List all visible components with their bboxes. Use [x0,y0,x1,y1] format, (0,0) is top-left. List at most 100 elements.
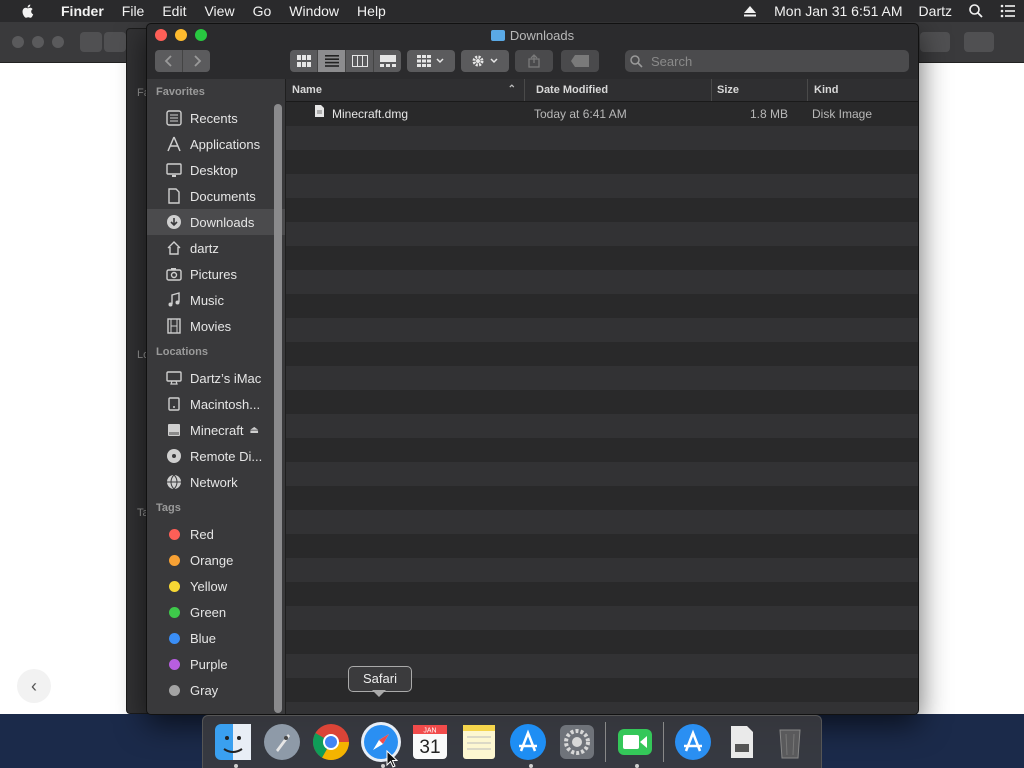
disk-image-icon [168,424,180,436]
sidebar-tag-gray[interactable]: Gray [147,677,285,703]
hard-drive-icon [168,397,180,411]
share-button[interactable] [515,50,553,72]
column-header-size[interactable]: Size [711,79,808,101]
sidebar-item-dartz[interactable]: dartz [147,235,285,261]
icon-grid-icon [296,55,311,67]
tags-button[interactable] [561,50,599,72]
sidebar-item-label: Recents [190,110,238,126]
finder-window: Downloads Favorites Recents Applications… [146,23,919,715]
dock-separator [663,722,665,762]
sidebar-item-label: Network [190,474,238,490]
dock-calendar[interactable]: JAN 31 [409,718,452,766]
sidebar-item-documents[interactable]: Documents [147,183,285,209]
table-row[interactable]: Minecraft.dmg Today at 6:41 AM 1.8 MB Di… [286,102,918,126]
group-by-button[interactable] [407,50,455,72]
dock-launchpad[interactable] [261,718,304,766]
action-menu-button[interactable] [461,50,509,72]
sidebar-tag-blue[interactable]: Blue [147,625,285,651]
sidebar-item-music[interactable]: Music [147,287,285,313]
sidebar-item-imac[interactable]: Dartz’s iMac [147,365,285,391]
column-view-button[interactable] [346,50,374,72]
sidebar-item-label: Minecraft [190,422,244,438]
menu-finder[interactable]: Finder [52,0,113,22]
empty-row [286,558,918,582]
gray-tag-dot-icon [168,684,180,696]
sidebar-item-label: Blue [190,630,217,646]
column-header-name[interactable]: Name ⌃ [286,79,525,101]
menu-clock[interactable]: Mon Jan 31 6:51 AM [766,3,910,19]
share-icon [528,54,540,68]
sidebar-item-downloads[interactable]: Downloads [147,209,285,235]
file-list: Name ⌃ Date Modified Size Kind Minecraft.… [286,79,918,714]
background-back-button[interactable]: ‹ [17,669,51,703]
title-bar[interactable]: Downloads [147,24,918,46]
eject-menu-icon[interactable] [742,3,758,19]
sidebar-scrollbar[interactable] [274,104,282,713]
dock-document[interactable] [720,718,763,766]
menu-file[interactable]: File [113,0,154,22]
list-view-button[interactable] [318,50,346,72]
sidebar-item-movies[interactable]: Movies [147,313,285,339]
sidebar-item-remote-disc[interactable]: Remote Di... [147,443,285,469]
calendar-day: 31 [420,737,441,758]
sidebar-item-pictures[interactable]: Pictures [147,261,285,287]
column-header-label: Name [292,84,322,96]
menu-help[interactable]: Help [348,0,395,22]
icon-view-button[interactable] [290,50,318,72]
running-indicator [528,764,533,768]
notes-icon [463,725,496,759]
desktop-icon [166,163,182,177]
sidebar-item-desktop[interactable]: Desktop [147,157,285,183]
sidebar-item-macintosh-hd[interactable]: Macintosh... [147,391,285,417]
menu-view[interactable]: View [195,0,243,22]
column-header-kind[interactable]: Kind [808,79,918,101]
sidebar-item-label: Documents [190,188,256,204]
sidebar-tag-red[interactable]: Red [147,521,285,547]
apple-menu-icon[interactable] [20,3,36,19]
window-title-text: Downloads [509,28,575,43]
chevron-left-icon [164,55,172,67]
menu-window[interactable]: Window [280,0,348,22]
dock-finder[interactable] [212,718,255,768]
menu-user[interactable]: Dartz [911,3,960,19]
dock-trash[interactable] [769,718,812,766]
empty-row [286,342,918,366]
dock-app-store[interactable] [507,718,550,768]
sidebar-tag-yellow[interactable]: Yellow [147,573,285,599]
sidebar-item-minecraft[interactable]: Minecraft ⏏ [147,417,285,443]
eject-icon[interactable]: ⏏ [249,425,258,436]
documents-icon [168,188,180,204]
window-title: Downloads [147,28,918,43]
system-preferences-gear-icon [559,725,594,759]
sidebar-tag-purple[interactable]: Purple [147,651,285,677]
trash-icon [779,729,801,759]
empty-row [286,630,918,654]
sidebar-tag-orange[interactable]: Orange [147,547,285,573]
sidebar-tag-green[interactable]: Green [147,599,285,625]
sidebar-item-label: Pictures [190,266,237,282]
dock-downloads-stack[interactable] [671,718,714,766]
search-icon [630,55,643,68]
sidebar-item-label: Macintosh... [190,396,261,412]
menu-edit[interactable]: Edit [153,0,195,22]
back-button[interactable] [155,50,183,72]
dock-notes[interactable] [458,718,501,766]
sidebar-item-recents[interactable]: Recents [147,105,285,131]
column-header-date[interactable]: Date Modified [530,79,712,101]
sidebar-item-network[interactable]: Network [147,469,285,495]
search-input[interactable] [649,52,893,70]
sidebar-item-applications[interactable]: Applications [147,131,285,157]
dock-chrome[interactable] [310,718,353,766]
forward-button[interactable] [183,50,210,72]
spotlight-search-icon[interactable] [968,3,984,19]
notification-center-icon[interactable] [1000,3,1016,19]
file-rows: Minecraft.dmg Today at 6:41 AM 1.8 MB Di… [286,102,918,714]
folder-icon [490,30,505,41]
menu-go[interactable]: Go [244,0,281,22]
dock-separator [605,722,607,762]
search-field[interactable] [625,50,909,72]
remote-disc-icon [167,449,181,463]
dock-facetime[interactable] [613,718,656,768]
dock-system-preferences[interactable] [556,718,599,766]
gallery-view-button[interactable] [374,50,401,72]
